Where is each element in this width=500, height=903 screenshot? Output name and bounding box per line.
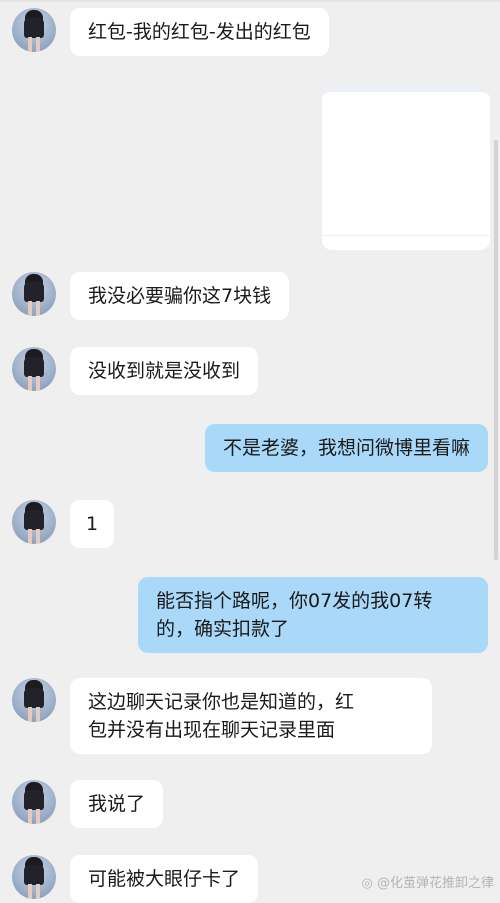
contact-avatar[interactable]: [12, 272, 56, 316]
message-bubble-incoming[interactable]: 我说了: [70, 780, 164, 828]
contact-avatar[interactable]: [12, 678, 56, 722]
contact-avatar[interactable]: [12, 347, 56, 391]
contact-avatar[interactable]: [12, 8, 56, 52]
contact-avatar[interactable]: [12, 855, 56, 899]
message-bubble-incoming[interactable]: 这边聊天记录你也是知道的，红 包并没有出现在聊天记录里面: [70, 678, 432, 754]
contact-avatar[interactable]: [12, 780, 56, 824]
weibo-logo-icon: ◎: [361, 876, 373, 891]
message-bubble-incoming[interactable]: 我没必要骗你这7块钱: [70, 272, 290, 320]
message-bubble-incoming[interactable]: 1: [70, 500, 115, 548]
image-message[interactable]: [322, 88, 490, 250]
message-bubble-incoming[interactable]: 红包-我的红包-发出的红包: [70, 8, 329, 56]
message-bubble-outgoing[interactable]: 能否指个路呢，你07发的我07转 的，确实扣款了: [138, 577, 488, 653]
scrollbar[interactable]: [494, 140, 498, 560]
message-bubble-outgoing[interactable]: 不是老婆，我想问微博里看嘛: [204, 424, 488, 472]
contact-avatar[interactable]: [12, 500, 56, 544]
message-bubble-incoming[interactable]: 没收到就是没收到: [70, 347, 259, 395]
top-divider: [0, 0, 500, 2]
watermark: ◎ @化茧弹花推卸之律: [362, 872, 495, 891]
message-bubble-incoming[interactable]: 可能被大眼仔卡了: [70, 855, 259, 903]
watermark-text: @化茧弹花推卸之律: [376, 876, 494, 891]
